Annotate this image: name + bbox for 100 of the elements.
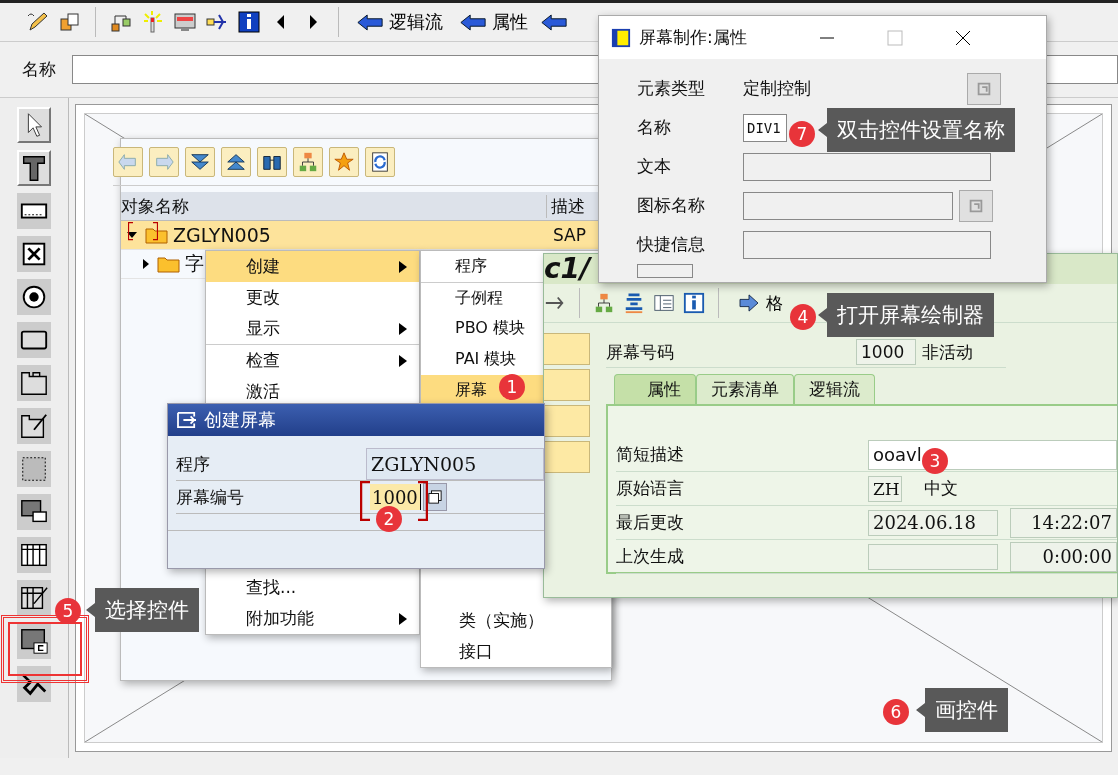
field-label: 名称 [637, 116, 672, 139]
menu-item[interactable]: 程序 [421, 251, 543, 282]
name-label: 名称 [22, 58, 56, 81]
right-icon [153, 151, 175, 173]
field-label: 最后更改 [616, 511, 685, 534]
layout-button[interactable]: 格 [732, 290, 789, 316]
time-field: 0:00:00 [1010, 541, 1117, 572]
custom-tool-icon [19, 626, 49, 656]
tab[interactable]: 逻辑流 [794, 374, 875, 404]
screen-icon[interactable] [173, 10, 197, 34]
palette-tool[interactable] [17, 580, 51, 616]
menu-item[interactable]: 接口 [421, 636, 611, 667]
field-label: 上次生成 [616, 545, 685, 568]
copy-icon [427, 490, 442, 504]
palette-tool[interactable] [17, 107, 51, 143]
toolbar-button[interactable] [257, 147, 287, 177]
menu-item[interactable]: PAI 模块 [421, 344, 543, 375]
toolbar-button[interactable] [185, 147, 215, 177]
expand-icon[interactable] [143, 259, 149, 269]
input-field[interactable] [637, 264, 693, 278]
menu-item[interactable]: PBO 模块 [421, 313, 543, 344]
wizard-tool-icon [19, 411, 49, 441]
value-help-button[interactable] [422, 483, 447, 511]
wand-icon[interactable] [141, 10, 165, 34]
time-field: 14:22:07 [1010, 507, 1117, 538]
menu-item[interactable]: 检查 [206, 344, 419, 376]
field-label: 文本 [637, 155, 672, 178]
menu-item[interactable]: 附加功能 [206, 603, 419, 634]
toolbar-button[interactable]: 属性 [455, 10, 532, 34]
callout: 画控件 [916, 688, 1008, 732]
tree-item-name: ZGLYN005 [173, 224, 271, 246]
palette-tool[interactable] [17, 279, 51, 315]
refresh-icon [369, 151, 391, 173]
pencil-icon[interactable] [26, 10, 50, 34]
input-field[interactable]: DIV1 [743, 113, 787, 142]
toolbar-button[interactable] [365, 147, 395, 177]
window-icon [611, 27, 631, 48]
tree-item-description: SAP [553, 225, 587, 245]
palette-tool[interactable] [17, 537, 51, 573]
toolbar-button[interactable] [221, 147, 251, 177]
tree-icon [297, 151, 319, 173]
up-icon [225, 151, 247, 173]
tree-item-name: 字 [185, 251, 204, 276]
palette-tool[interactable] [17, 236, 51, 272]
menu-item[interactable]: 查找... [206, 572, 419, 603]
field-label: 元素类型 [637, 77, 706, 100]
menu-item[interactable]: 更改 [206, 282, 419, 313]
box-tool-icon [19, 454, 49, 484]
input-field[interactable] [743, 152, 991, 181]
arrow-icon[interactable] [540, 12, 568, 32]
palette-tool[interactable] [17, 494, 51, 530]
program-field: ZGLYN005 [366, 448, 544, 480]
element-type-value: 定制控制 [743, 77, 812, 100]
menu-item[interactable]: 显示 [206, 313, 419, 344]
window-title: c1/ [544, 254, 591, 284]
toolbar-button[interactable]: 逻辑流 [352, 10, 447, 34]
status-text: 非活动 [922, 340, 973, 364]
date-field: 2024.06.18 [868, 509, 998, 536]
tab[interactable]: 元素清单 [696, 374, 794, 404]
list-icon[interactable] [653, 292, 675, 314]
screen-number-input[interactable]: 1000 [370, 484, 421, 510]
menu-item[interactable]: 创建 [206, 251, 419, 282]
hierarchy-icon[interactable] [593, 292, 615, 314]
callout: 双击控件设置名称 [818, 108, 1015, 152]
field-label: 程序 [176, 452, 211, 476]
field-label: 屏幕编号 [176, 485, 245, 509]
column-header[interactable]: 对象名称 [121, 194, 546, 218]
input-field[interactable] [743, 191, 953, 220]
left-icon [117, 151, 139, 173]
info-icon[interactable] [237, 10, 261, 34]
copy-icon[interactable] [58, 10, 82, 34]
palette-tool[interactable] [17, 623, 51, 659]
info-icon[interactable] [683, 292, 705, 314]
palette-tool[interactable] [17, 150, 51, 186]
field-label: 屏幕号码 [606, 340, 675, 364]
menu-item[interactable]: 激活 [206, 376, 419, 407]
field-label: 快捷信息 [637, 233, 706, 256]
arrow-icon [738, 294, 760, 312]
language-name: 中文 [924, 477, 958, 500]
align-icon[interactable] [623, 292, 645, 314]
palette-tool[interactable] [17, 365, 51, 401]
language-code-field: ZH [868, 475, 902, 502]
input-field[interactable] [743, 230, 991, 259]
arrow-icon [459, 12, 487, 32]
expand-icon[interactable] [127, 232, 137, 238]
window-title: 屏幕制作:属性 [639, 26, 748, 49]
palette-tool[interactable] [17, 193, 51, 229]
palette-tool[interactable] [17, 408, 51, 444]
field-label: 原始语言 [616, 477, 685, 500]
palette-tool[interactable] [17, 322, 51, 358]
screen-number-field: 1000 [856, 339, 916, 365]
field-label: 简短描述 [616, 443, 685, 466]
arrow-icon [356, 12, 384, 32]
tab[interactable]: 属性 [614, 374, 696, 404]
dialog-title: 创建屏幕 [204, 408, 276, 432]
field-label: 图标名称 [637, 194, 706, 217]
folder-icon [157, 255, 181, 273]
callout: 选择控件 [86, 588, 199, 632]
down-icon [189, 151, 211, 173]
menu-item[interactable]: 类（实施） [421, 605, 611, 636]
